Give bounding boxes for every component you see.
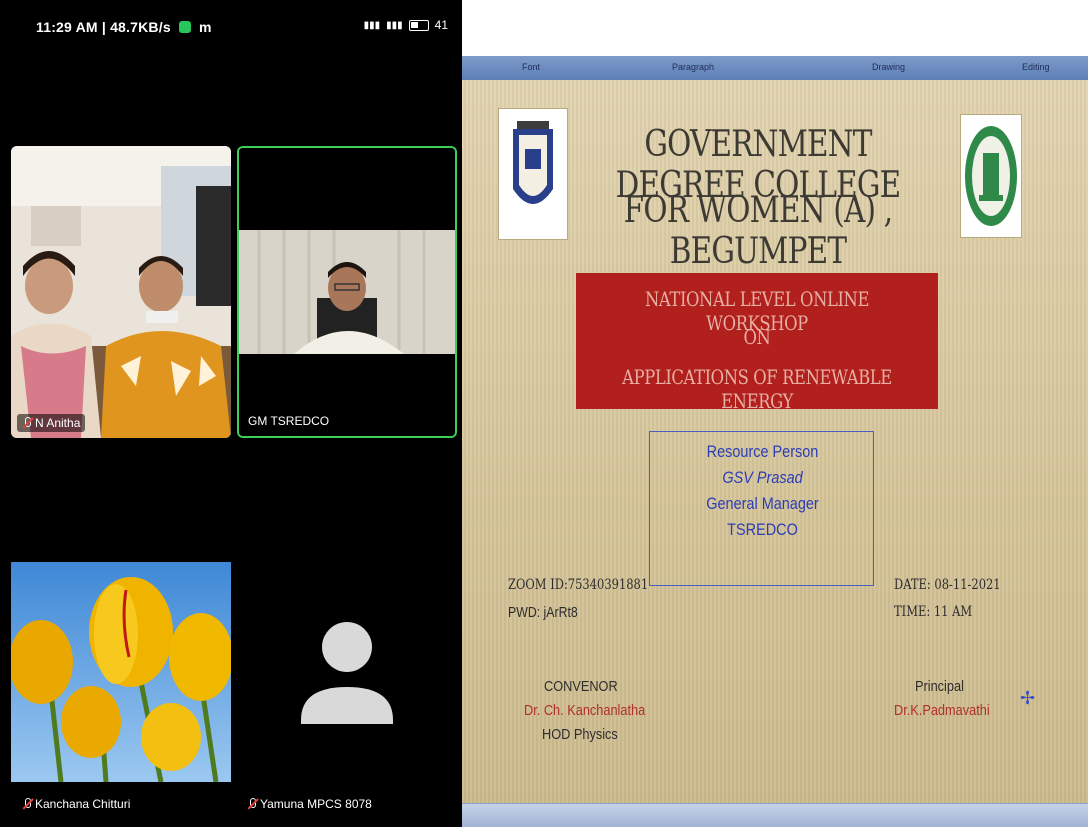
app-notification-icon [178,21,191,33]
signal-icon-2: ▮▮▮ [386,19,403,31]
participant-name: Yamuna MPCS 8078 [260,797,372,811]
participant-label: GM TSREDCO [243,412,334,430]
participant-label: Kanchana Chitturi [22,797,130,811]
battery-level: 41 [434,18,448,32]
workshop-banner: NATIONAL LEVEL ONLINE WORKSHOP ON APPLIC… [576,273,938,413]
participant-video-2 [239,148,455,436]
convenor-title: CONVENOR [544,678,618,695]
event-date: DATE: 08-11-2021 [894,577,1001,593]
college-crest-icon [513,121,553,204]
video-call-screen: 11:29 AM | 48.7KB/s m ▮▮▮ ▮▮▮ 41 N Anith… [0,0,462,827]
event-time: TIME: 11 AM [894,604,973,620]
default-avatar-icon [301,622,393,724]
resource-label: Resource Person [706,442,819,461]
resource-org: TSREDCO [727,520,798,539]
participant-tile-2[interactable]: GM TSREDCO [237,146,457,438]
participant-label: N Anitha [17,414,86,432]
participant-name: N Anitha [35,416,81,430]
college-title-line2: FOR WOMEN (A) , BEGUMPET [623,190,893,272]
signal-icon: ▮▮▮ [363,19,381,31]
participant-tile-1[interactable]: N Anitha [11,146,231,438]
zoom-id: ZOOM ID:75340391881 [508,577,649,593]
status-bar: 11:29 AM | 48.7KB/s m ▮▮▮ ▮▮▮ 41 [0,0,462,56]
state-emblem [960,114,1022,238]
participant-label: Yamuna MPCS 8078 [247,797,372,811]
college-logo [498,108,568,240]
participant-tile-4[interactable] [237,562,457,782]
mic-muted-icon [22,798,32,810]
resource-role: General Manager [706,494,819,513]
principal-title: Principal [915,678,964,695]
participant-avatar-image [11,562,231,782]
emblem-icon [965,126,1017,226]
status-time-text: 11:29 AM | 48.7KB/s [36,19,171,35]
convenor-dept: HOD Physics [542,726,618,743]
convenor-name: Dr. Ch. Kanchanlatha [524,702,646,719]
status-time: 11:29 AM | 48.7KB/s m [36,19,212,35]
mic-muted-icon [22,417,32,429]
ribbon-group-paragraph: Paragraph [672,62,715,72]
status-indicators: ▮▮▮ ▮▮▮ 41 [364,18,448,32]
participant-name: Kanchana Chitturi [35,797,131,811]
ribbon-group-editing: Editing [1022,62,1050,72]
banner-line-3: APPLICATIONS OF RENEWABLE ENERGY [622,365,892,413]
battery-icon [408,19,429,31]
resource-name: GSV Prasad [722,468,803,487]
participant-video-1 [11,146,231,438]
status-strip [462,803,1088,827]
ribbon-bar: Font Paragraph Drawing Editing [462,56,1088,80]
ribbon-group-font: Font [522,62,541,72]
participant-tile-3[interactable] [11,562,231,782]
resource-person-box: Resource Person GSV Prasad General Manag… [649,431,874,586]
mic-muted-icon [247,798,257,810]
shared-slide: Font Paragraph Drawing Editing GOVERNMEN… [462,56,1088,827]
app-glyph: m [199,19,212,35]
zoom-password: PWD: jArRt8 [508,604,578,621]
principal-name: Dr.K.Padmavathi [894,702,990,719]
participant-name: GM TSREDCO [248,414,330,428]
ribbon-group-drawing: Drawing [872,62,906,72]
banner-line-2: ON [743,325,771,349]
cursor-icon: ✢ [1020,688,1036,708]
